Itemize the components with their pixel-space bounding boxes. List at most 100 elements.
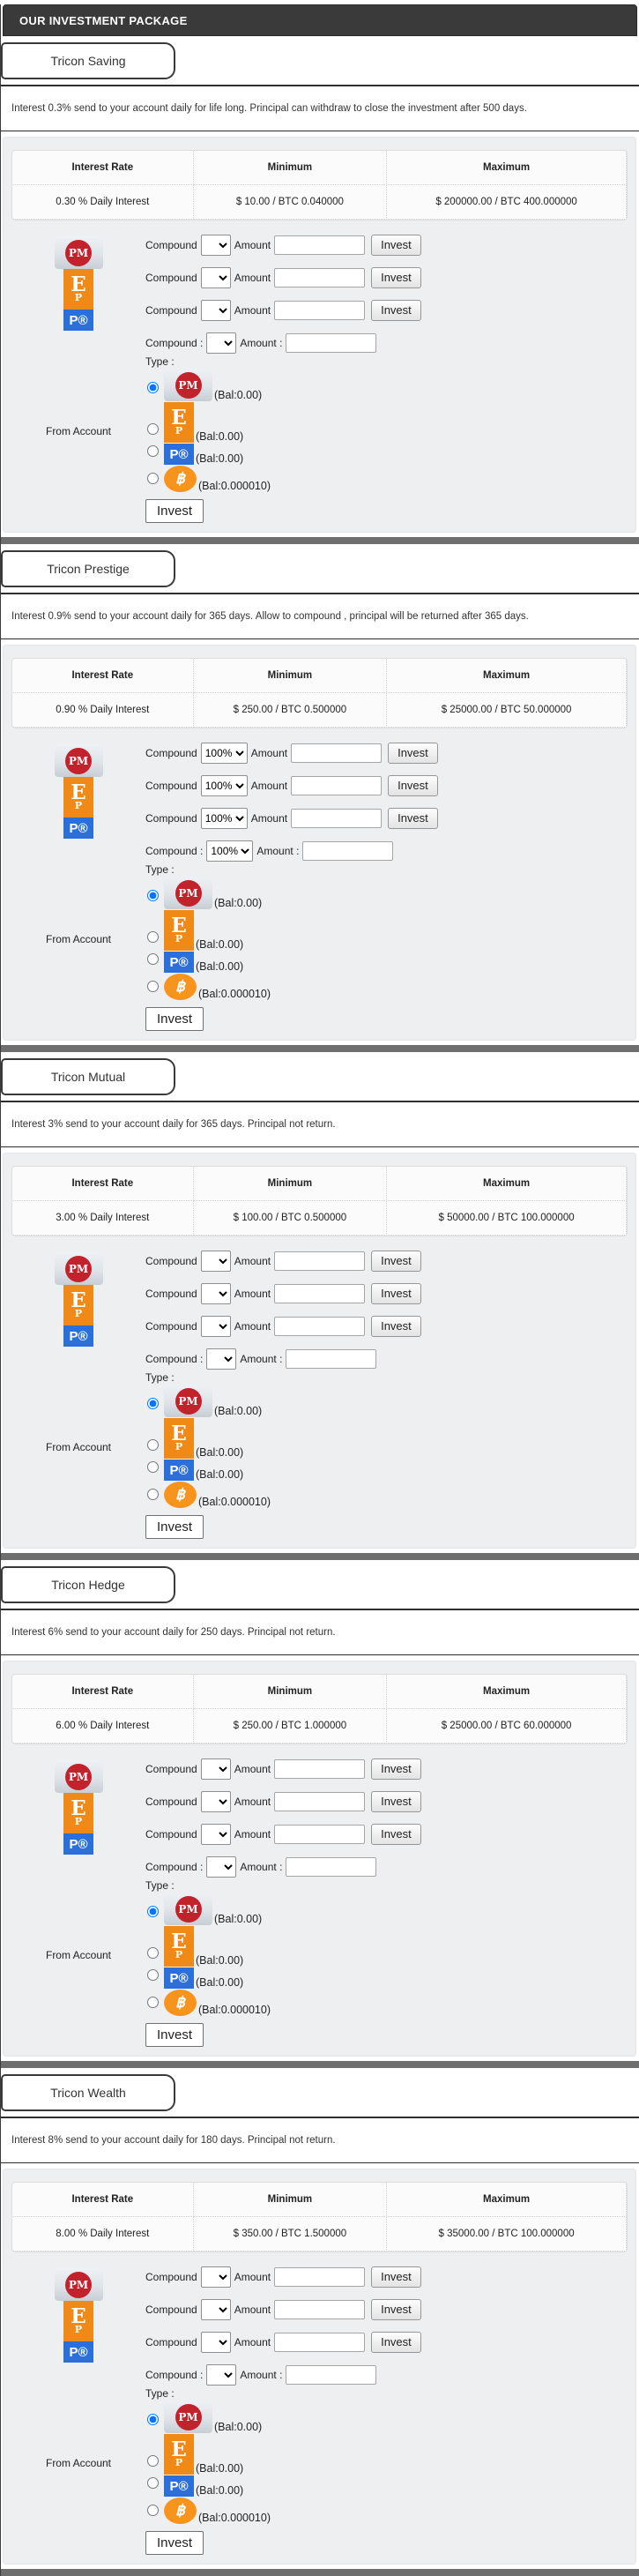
compound-select-bitcoin[interactable] <box>206 1348 237 1370</box>
invest-button-epaycore[interactable]: Invest <box>388 775 438 796</box>
amount-input-bitcoin[interactable] <box>286 1349 377 1369</box>
amount-input-pm[interactable] <box>274 1759 366 1779</box>
invest-button-payeer[interactable]: Invest <box>371 2332 421 2353</box>
compound-select-epaycore[interactable] <box>200 2299 231 2320</box>
compound-select-payeer[interactable]: 100% <box>200 808 248 829</box>
invest-button-pm[interactable]: Invest <box>388 743 438 764</box>
balance-payeer: (Bal:0.00) <box>196 452 244 465</box>
compound-label: Compound : <box>145 1353 204 1365</box>
package-tab[interactable]: Tricon Saving <box>1 42 175 79</box>
amount-input-pm[interactable] <box>274 235 366 255</box>
invest-button-pm[interactable]: Invest <box>371 1251 421 1272</box>
amount-input-payeer[interactable] <box>274 1317 366 1336</box>
from-account-radio-payeer[interactable] <box>147 2477 159 2489</box>
package-tab[interactable]: Tricon Wealth <box>1 2074 175 2111</box>
interest-rate-value: 0.30 % Daily Interest <box>12 184 194 220</box>
invest-button-epaycore[interactable]: Invest <box>371 1283 421 1304</box>
from-account-options: PM (Bal:0.00) E P (Bal:0.00) P® (Bal:0.0… <box>145 877 628 1001</box>
compound-select-payeer[interactable] <box>200 2332 231 2353</box>
invest-button-pm[interactable]: Invest <box>371 2266 421 2288</box>
from-account-radio-epaycore[interactable] <box>147 1439 159 1451</box>
from-account-radio-payeer[interactable] <box>147 953 159 965</box>
compound-select-bitcoin[interactable]: 100% <box>206 840 254 862</box>
invest-button-final[interactable]: Invest <box>145 1007 204 1031</box>
from-account-radio-perfect-money[interactable] <box>147 2414 159 2425</box>
invest-button-final[interactable]: Invest <box>145 2023 204 2047</box>
package-tab[interactable]: Tricon Mutual <box>1 1058 175 1095</box>
compound-select-bitcoin[interactable] <box>206 2364 237 2386</box>
invest-final-row: Invest <box>145 499 628 523</box>
compound-select-bitcoin[interactable] <box>206 1856 237 1878</box>
from-account-radio-perfect-money[interactable] <box>147 1906 159 1917</box>
from-account-radio-perfect-money[interactable] <box>147 1398 159 1409</box>
from-account-radio-bitcoin[interactable] <box>147 1997 159 2008</box>
compound-select-payeer[interactable] <box>200 1824 231 1845</box>
payment-icon-stack: PM E P P® <box>11 743 145 877</box>
invest-button-epaycore[interactable]: Invest <box>371 1791 421 1812</box>
compound-select-epaycore[interactable]: 100% <box>200 775 248 796</box>
invest-button-payeer[interactable]: Invest <box>388 808 438 829</box>
compound-select-pm[interactable] <box>200 235 231 256</box>
amount-input-payeer[interactable] <box>274 1825 366 1844</box>
amount-input-epaycore[interactable] <box>274 2300 366 2319</box>
amount-label: Amount <box>250 747 288 759</box>
section-divider <box>1 2569 639 2576</box>
compound-select-pm[interactable]: 100% <box>200 743 248 764</box>
package-tab-row: Tricon Hedge <box>1 1560 639 1610</box>
from-account-radio-bitcoin[interactable] <box>147 981 159 992</box>
amount-input-payeer[interactable] <box>274 2333 366 2352</box>
amount-input-epaycore[interactable] <box>274 1284 366 1303</box>
amount-input-bitcoin[interactable] <box>302 841 394 861</box>
perfect-money-logo-text: PM <box>175 1895 202 1923</box>
from-account-radio-bitcoin[interactable] <box>147 1489 159 1500</box>
amount-input-payeer[interactable] <box>291 809 383 828</box>
compound-select-epaycore[interactable] <box>200 1283 231 1304</box>
amount-input-bitcoin[interactable] <box>286 2365 377 2385</box>
compound-select-payeer[interactable] <box>200 1316 231 1337</box>
from-account-radio-perfect-money[interactable] <box>147 890 159 901</box>
col-header-minimum: Minimum <box>192 151 388 185</box>
invest-button-payeer[interactable]: Invest <box>371 1316 421 1337</box>
invest-button-pm[interactable]: Invest <box>371 235 421 256</box>
amount-input-payeer[interactable] <box>274 301 366 320</box>
compound-select-payeer[interactable] <box>200 300 231 321</box>
invest-button-final[interactable]: Invest <box>145 2531 204 2555</box>
compound-select-bitcoin[interactable] <box>206 332 237 354</box>
invest-button-final[interactable]: Invest <box>145 1515 204 1539</box>
amount-input-pm[interactable] <box>291 743 383 763</box>
amount-input-epaycore[interactable] <box>274 268 366 287</box>
compound-select-epaycore[interactable] <box>200 267 231 288</box>
compound-select-pm[interactable] <box>200 1758 231 1780</box>
invest-button-epaycore[interactable]: Invest <box>371 2299 421 2320</box>
package-tab[interactable]: Tricon Hedge <box>1 1566 175 1603</box>
compound-select-epaycore[interactable] <box>200 1791 231 1812</box>
invest-button-payeer[interactable]: Invest <box>371 300 421 321</box>
from-account-radio-epaycore[interactable] <box>147 423 159 435</box>
from-account-radio-perfect-money[interactable] <box>147 382 159 393</box>
from-account-radio-epaycore[interactable] <box>147 2455 159 2467</box>
compound-select-pm[interactable] <box>200 1251 231 1272</box>
invest-button-payeer[interactable]: Invest <box>371 1824 421 1845</box>
amount-input-epaycore[interactable] <box>291 776 383 795</box>
amount-input-bitcoin[interactable] <box>286 1857 377 1877</box>
amount-input-pm[interactable] <box>274 1251 366 1271</box>
compound-select-pm[interactable] <box>200 2266 231 2288</box>
invest-button-final[interactable]: Invest <box>145 499 204 523</box>
amount-input-pm[interactable] <box>274 2267 366 2287</box>
amount-input-epaycore[interactable] <box>274 1792 366 1811</box>
from-account-radio-bitcoin[interactable] <box>147 2505 159 2516</box>
invest-final-row: Invest <box>145 2023 628 2047</box>
from-account-radio-payeer[interactable] <box>147 1461 159 1473</box>
invest-button-epaycore[interactable]: Invest <box>371 267 421 288</box>
from-account-radio-payeer[interactable] <box>147 1969 159 1981</box>
amount-input-bitcoin[interactable] <box>286 333 377 353</box>
invest-button-pm[interactable]: Invest <box>371 1758 421 1780</box>
compound-label: Compound <box>145 272 197 284</box>
perfect-money-logo-text: PM <box>65 747 92 774</box>
from-account-radio-payeer[interactable] <box>147 445 159 457</box>
from-account-radio-bitcoin[interactable] <box>147 473 159 484</box>
from-account-radio-epaycore[interactable] <box>147 1947 159 1959</box>
from-account-radio-epaycore[interactable] <box>147 931 159 943</box>
from-account-label: From Account <box>45 932 112 945</box>
package-tab[interactable]: Tricon Prestige <box>1 550 175 587</box>
